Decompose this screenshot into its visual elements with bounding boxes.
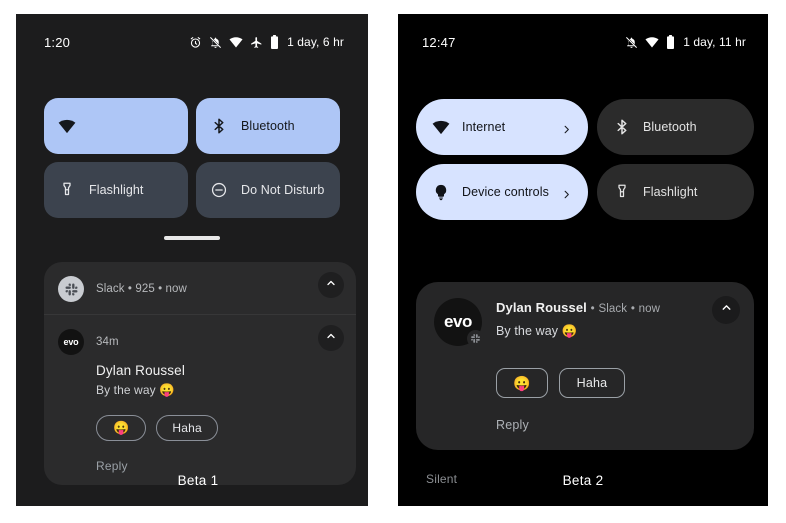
wifi-icon xyxy=(432,118,450,136)
smart-reply-chips: 😛 Haha xyxy=(496,368,738,398)
status-clock: 1:20 xyxy=(44,34,71,50)
status-icon-group: 1 day, 11 hr xyxy=(625,35,746,49)
chevron-right-icon[interactable] xyxy=(561,187,572,198)
status-bar-beta1: 1:20 1 day, 6 hr xyxy=(16,14,368,70)
notification-header: Slack • 925 • now xyxy=(58,276,342,302)
qs-tile-bluetooth[interactable]: Bluetooth xyxy=(596,99,754,155)
panel-beta2: 12:47 1 day, 11 hr Internet Bluetooth De… xyxy=(398,14,768,506)
status-bar-beta2: 12:47 1 day, 11 hr xyxy=(398,14,768,70)
airplane-mode-icon xyxy=(250,36,263,49)
bluetooth-icon xyxy=(210,117,228,135)
panel-caption-beta2: Beta 2 xyxy=(562,473,604,488)
qs-tile-flashlight[interactable]: Flashlight xyxy=(596,164,754,220)
tongue-face-emoji-icon: 😛 xyxy=(561,324,578,338)
slack-icon xyxy=(467,330,484,347)
smart-reply-chips: 😛 Haha xyxy=(96,415,342,441)
notification-message-text: By the way xyxy=(96,383,156,397)
smart-reply-chip-haha[interactable]: Haha xyxy=(558,368,626,398)
do-not-disturb-icon xyxy=(210,181,228,199)
battery-estimate-label: 1 day, 6 hr xyxy=(287,35,344,49)
reply-button[interactable]: Reply xyxy=(496,418,738,432)
chevron-up-icon xyxy=(325,329,337,347)
notification-header: evo Dylan Roussel • Slack • now By the w… xyxy=(434,298,738,347)
chevron-up-icon xyxy=(325,276,337,294)
device-controls-icon xyxy=(432,183,450,201)
smart-reply-chip-haha[interactable]: Haha xyxy=(156,415,218,441)
avatar: evo xyxy=(58,329,84,355)
qs-tile-label: Flashlight xyxy=(642,185,698,199)
battery-estimate-label: 1 day, 11 hr xyxy=(683,35,746,49)
qs-tile-label: Do Not Disturb xyxy=(241,183,325,197)
smart-reply-chip-emoji[interactable]: 😛 xyxy=(96,415,147,441)
battery-icon xyxy=(666,35,675,49)
notifications-off-icon xyxy=(625,36,638,49)
flashlight-icon xyxy=(613,183,631,201)
notification-headline: Dylan Roussel • Slack • now By the way 😛 xyxy=(496,298,660,346)
qs-tile-device-controls[interactable]: Device controls xyxy=(416,164,588,220)
comparison-stage: 1:20 1 day, 6 hr Bluetooth Flashlight Do… xyxy=(0,0,786,523)
avatar: evo xyxy=(434,298,484,347)
chevron-up-icon xyxy=(720,301,733,319)
notification-app-name: Slack xyxy=(598,303,628,315)
notification-timestamp: now xyxy=(638,303,661,315)
notification-header: evo 34m xyxy=(58,329,342,355)
qs-tile-label: Internet xyxy=(462,120,506,134)
notification-title-line: Dylan Roussel • Slack • now xyxy=(496,300,660,315)
notification-message: By the way 😛 xyxy=(496,324,660,339)
notification-body: Dylan Roussel By the way 😛 😛 Haha Reply xyxy=(58,355,342,473)
slack-icon xyxy=(58,276,84,302)
qs-tile-do-not-disturb[interactable]: Do Not Disturb xyxy=(196,162,340,218)
notification-separator: • xyxy=(590,303,595,315)
wifi-icon xyxy=(229,35,243,49)
notifications-off-icon xyxy=(209,36,222,49)
qs-tile-label: Bluetooth xyxy=(241,119,295,133)
notification-message-text: By the way xyxy=(496,324,559,338)
status-icon-group: 1 day, 6 hr xyxy=(189,35,344,49)
battery-icon xyxy=(270,35,279,49)
flashlight-icon xyxy=(58,181,76,199)
panel-beta1: 1:20 1 day, 6 hr Bluetooth Flashlight Do… xyxy=(16,14,368,506)
avatar-label: evo xyxy=(443,312,473,331)
collapse-button[interactable] xyxy=(318,272,344,298)
notification-sender: Dylan Roussel xyxy=(496,300,587,315)
qs-tile-wifi[interactable] xyxy=(44,98,188,154)
notification-meta: Slack • 925 • now xyxy=(96,283,187,295)
wifi-icon xyxy=(645,35,659,49)
qs-tile-label: Device controls xyxy=(462,185,549,199)
notification-timestamp: 34m xyxy=(96,336,119,348)
notification-stack-beta1: Slack • 925 • now evo 34m Dylan Roussel … xyxy=(44,262,356,485)
quick-settings-grid-beta2: Internet Bluetooth Device controls Flash… xyxy=(416,99,754,220)
collapse-button[interactable] xyxy=(712,296,740,324)
alarm-icon xyxy=(189,36,202,49)
avatar-label: evo xyxy=(63,337,79,347)
bluetooth-icon xyxy=(613,118,631,136)
wifi-icon xyxy=(58,117,76,135)
tongue-face-emoji-icon: 😛 xyxy=(159,383,175,397)
qs-tile-flashlight[interactable]: Flashlight xyxy=(44,162,188,218)
status-clock: 12:47 xyxy=(422,34,456,50)
collapse-button[interactable] xyxy=(318,325,344,351)
notification-item[interactable]: evo 34m Dylan Roussel By the way � xyxy=(44,314,356,485)
reply-button[interactable]: Reply xyxy=(96,459,342,473)
notification-item-beta2[interactable]: evo Dylan Roussel • Slack • now By the w… xyxy=(416,282,754,450)
notification-group-header[interactable]: Slack • 925 • now xyxy=(44,262,356,314)
qs-tile-internet[interactable]: Internet xyxy=(416,99,588,155)
quick-settings-grid-beta1: Bluetooth Flashlight Do Not Disturb xyxy=(44,98,340,218)
qs-tile-label: Flashlight xyxy=(89,183,144,197)
chevron-right-icon[interactable] xyxy=(561,122,572,133)
smart-reply-chip-emoji[interactable]: 😛 xyxy=(496,368,548,398)
notification-separator: • xyxy=(630,303,635,315)
notification-message: By the way 😛 xyxy=(96,383,342,398)
qs-tile-bluetooth[interactable]: Bluetooth xyxy=(196,98,340,154)
shade-drag-handle[interactable] xyxy=(164,236,220,240)
panel-caption-beta1: Beta 1 xyxy=(177,473,219,488)
qs-tile-label: Bluetooth xyxy=(642,120,697,134)
notification-sender: Dylan Roussel xyxy=(96,363,185,378)
